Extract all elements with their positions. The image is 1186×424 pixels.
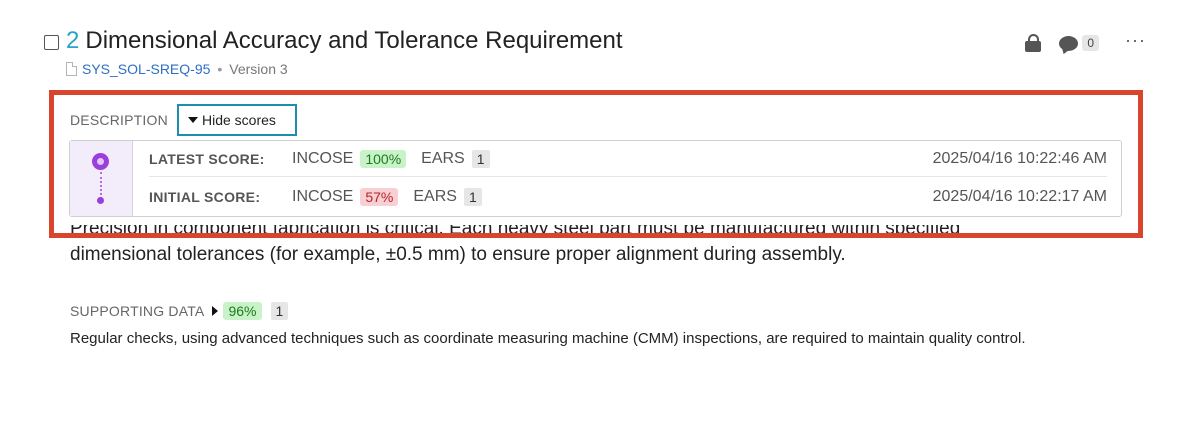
- highlight-annotation-box: [49, 90, 1143, 238]
- requirement-header: 2 Dimensional Accuracy and Tolerance Req…: [44, 26, 1146, 86]
- supporting-data-text: Regular checks, using advanced technique…: [70, 330, 1026, 347]
- meta-separator: •: [217, 61, 223, 77]
- comments-button[interactable]: 0: [1059, 35, 1100, 51]
- select-checkbox[interactable]: [44, 34, 59, 50]
- description-line-2: dimensional tolerances (for example, ±0.…: [70, 244, 846, 265]
- requirement-title[interactable]: Dimensional Accuracy and Tolerance Requi…: [85, 27, 622, 55]
- more-options-icon[interactable]: ···: [1125, 31, 1146, 51]
- requirement-actions: 0 ···: [1025, 31, 1146, 52]
- requirement-id-link[interactable]: SYS_SOL-SREQ-95: [82, 61, 210, 77]
- caret-right-icon[interactable]: [212, 306, 219, 316]
- document-icon: [66, 62, 77, 76]
- requirement-number: 2: [66, 27, 80, 54]
- title-row: 2 Dimensional Accuracy and Tolerance Req…: [44, 26, 1146, 56]
- supporting-data-label: SUPPORTING DATA: [70, 303, 205, 319]
- version-label: Version 3: [229, 61, 288, 77]
- comment-count-badge: 0: [1082, 35, 1100, 51]
- supporting-count-badge[interactable]: 1: [270, 302, 289, 320]
- comment-icon: [1059, 35, 1079, 51]
- supporting-data-header: SUPPORTING DATA 96% 1: [70, 302, 289, 320]
- lock-icon[interactable]: [1025, 34, 1043, 52]
- supporting-score-badge[interactable]: 96%: [223, 302, 262, 320]
- requirement-meta: SYS_SOL-SREQ-95 • Version 3: [66, 61, 1146, 77]
